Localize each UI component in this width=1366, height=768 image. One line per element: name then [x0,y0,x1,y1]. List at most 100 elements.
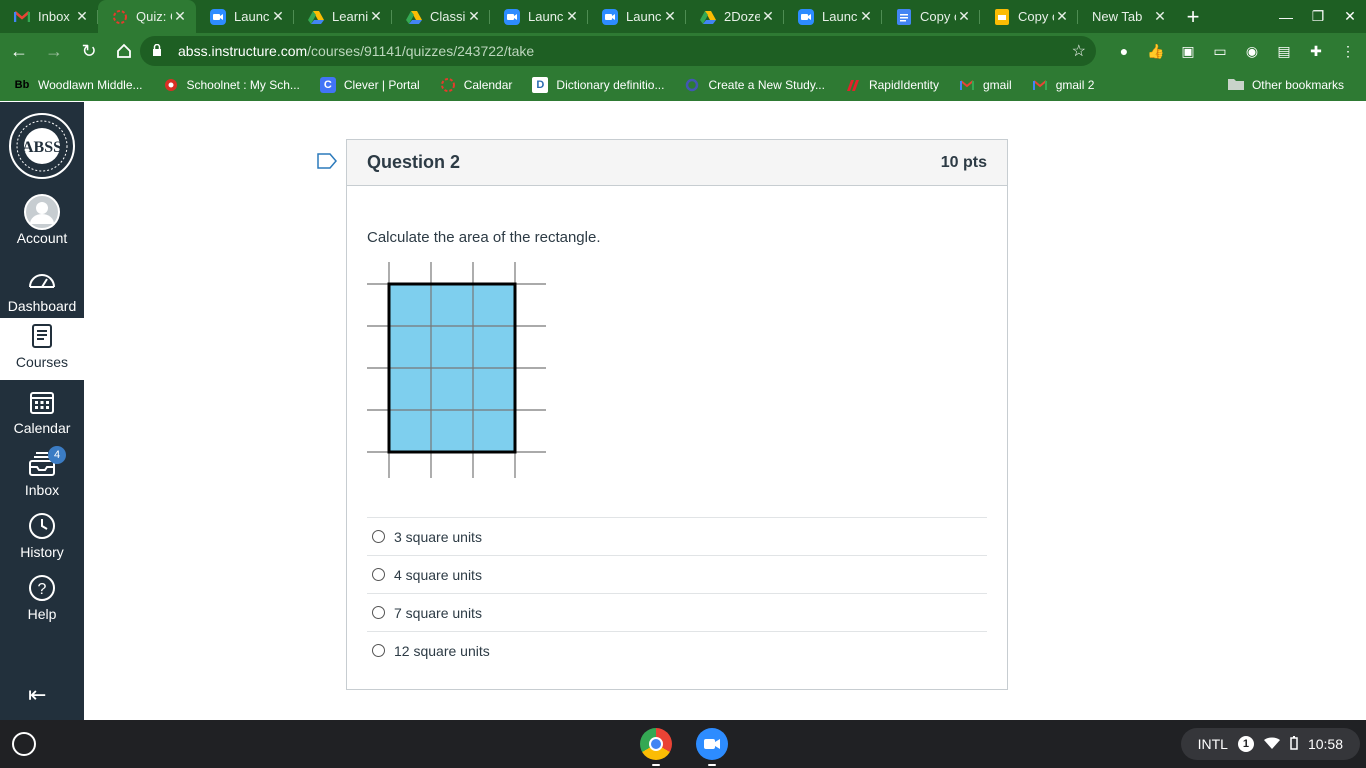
bookmark-item[interactable]: Bb Woodlawn Middle... [14,77,143,93]
close-icon[interactable]: ✕ [1152,8,1168,25]
tab-drive[interactable]: Learni ✕ [294,0,392,33]
radio-button[interactable] [372,644,385,657]
reload-icon[interactable]: ↻ [73,35,105,67]
extension-icon[interactable]: ◉ [1236,43,1268,60]
close-icon[interactable]: ✕ [956,8,972,25]
answer-label: 4 square units [394,566,482,583]
canvas-icon [440,77,456,93]
bookmark-item[interactable]: D Dictionary definitio... [532,77,664,93]
bookmark-star-icon[interactable]: ☆ [1072,41,1086,61]
close-icon[interactable]: ✕ [270,8,286,25]
nav-account[interactable]: Account [0,194,84,254]
wifi-icon [1263,736,1280,752]
nav-courses[interactable]: Courses [0,318,84,380]
close-icon[interactable]: ✕ [368,8,384,25]
chrome-app-icon[interactable] [640,728,672,760]
bookmark-item[interactable]: Create a New Study... [684,77,825,93]
status-tray[interactable]: INTL 1 10:58 [1180,728,1360,760]
extension-icon[interactable]: ▣ [1172,43,1204,60]
thumbs-up-extension-icon[interactable]: 👍 [1140,43,1172,60]
tab-label: Launc [234,9,270,24]
zoom-app-icon[interactable] [696,728,728,760]
answer-option[interactable]: 3 square units [367,517,987,555]
close-icon[interactable]: ✕ [662,8,678,25]
forward-icon[interactable]: → [38,35,70,67]
answer-option[interactable]: 7 square units [367,593,987,631]
docs-icon [896,8,912,25]
home-icon[interactable] [108,35,140,67]
extension-icon[interactable]: ▭ [1204,43,1236,60]
bookmark-item[interactable]: gmail [959,77,1012,93]
tab-new-tab[interactable]: New Tab ✕ [1078,0,1176,33]
radio-button[interactable] [372,568,385,581]
folder-icon [1227,77,1244,93]
dictionary-icon: D [532,77,549,93]
flag-question-icon[interactable] [316,152,338,175]
menu-icon[interactable]: ⋮ [1332,43,1364,60]
bookmark-item[interactable]: Schoolnet : My Sch... [163,77,300,93]
question-title: Question 2 [367,152,461,172]
svg-text:ABSS: ABSS [22,139,62,156]
nav-calendar[interactable]: Calendar [0,384,84,446]
tab-strip: Inbox ✕ Quiz: C ✕ Launc ✕ Learni ✕ Class… [0,0,1366,33]
schoolnet-icon [163,77,179,93]
bookmarks-bar: Bb Woodlawn Middle... Schoolnet : My Sch.… [0,69,1366,101]
close-icon[interactable]: ✕ [74,8,90,25]
new-tab-button[interactable]: + [1176,0,1210,33]
nav-label: History [20,544,64,560]
nav-inbox[interactable]: 4 Inbox [0,446,84,508]
bookmark-item[interactable]: C Clever | Portal [319,77,420,93]
tab-slides[interactable]: Copy c ✕ [980,0,1078,33]
back-icon[interactable]: ← [3,35,35,67]
bookmark-item[interactable]: RapidIdentity [845,77,939,93]
close-window-icon[interactable]: ✕ [1334,8,1366,25]
collapse-nav-icon[interactable]: ⇤ [28,682,46,708]
running-indicator [708,764,716,766]
tab-zoom[interactable]: Launc ✕ [196,0,294,33]
minimize-icon[interactable]: — [1270,9,1302,25]
close-icon[interactable]: ✕ [466,8,482,25]
tab-drive[interactable]: Classi ✕ [392,0,490,33]
nav-history[interactable]: History [0,508,84,570]
nav-dashboard[interactable]: Dashboard [0,262,84,324]
close-icon[interactable]: ✕ [858,8,874,25]
address-bar[interactable]: abss.instructure.com/courses/91141/quizz… [140,36,1096,66]
tab-zoom[interactable]: Launc ✕ [490,0,588,33]
answer-option[interactable]: 12 square units [367,631,987,669]
rapididentity-icon [845,77,861,93]
school-logo[interactable]: ABSS [8,112,76,180]
radio-button[interactable] [372,606,385,619]
question-text: Calculate the area of the rectangle. [367,229,601,246]
tab-drive[interactable]: 2Doze ✕ [686,0,784,33]
extension-icon[interactable]: ▤ [1268,43,1300,60]
extension-icon[interactable]: ● [1108,43,1140,59]
zoom-icon [798,8,814,25]
tab-zoom[interactable]: Launc ✕ [784,0,882,33]
answer-option[interactable]: 4 square units [367,555,987,593]
tab-label: Learni [332,9,368,24]
close-icon[interactable]: ✕ [1054,8,1070,25]
close-icon[interactable]: ✕ [172,8,188,25]
tab-gmail-inbox[interactable]: Inbox ✕ [0,0,98,33]
quizlet-icon [684,77,700,93]
other-bookmarks-label: Other bookmarks [1251,78,1344,92]
tab-zoom[interactable]: Launc ✕ [588,0,686,33]
other-bookmarks[interactable]: Other bookmarks [1227,77,1344,93]
bookmark-item[interactable]: gmail 2 [1032,77,1094,93]
nav-help[interactable]: ? Help [0,570,84,632]
launcher-icon[interactable] [12,732,36,756]
inbox-count-badge: 4 [48,446,66,464]
close-icon[interactable]: ✕ [760,8,776,25]
tab-quiz[interactable]: Quiz: C ✕ [98,0,196,33]
tab-docs[interactable]: Copy c ✕ [882,0,980,33]
restore-icon[interactable]: ❐ [1302,8,1334,25]
close-icon[interactable]: ✕ [564,8,580,25]
global-nav: ABSS Account Dashboard Courses Calendar … [0,102,84,720]
radio-button[interactable] [372,530,385,543]
bookmark-item[interactable]: Calendar [440,77,512,93]
nav-label: Account [16,230,68,246]
answer-label: 3 square units [394,528,482,545]
nav-label: Calendar [13,420,71,436]
extensions-puzzle-icon[interactable]: ✚ [1300,43,1332,60]
tab-label: Launc [822,9,858,24]
